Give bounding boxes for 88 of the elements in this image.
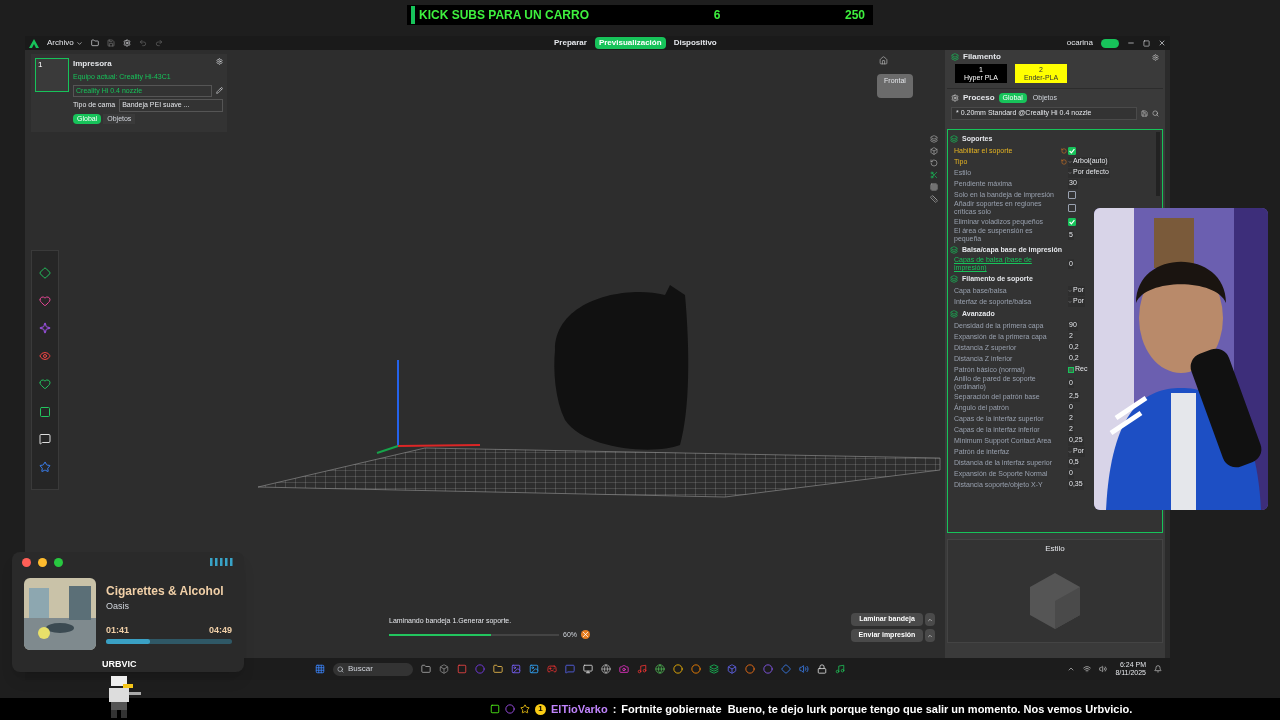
section-icon <box>950 135 958 143</box>
filament-icon <box>951 53 959 61</box>
save-icon[interactable] <box>106 39 115 47</box>
tool-icon[interactable] <box>930 171 938 179</box>
app-icon[interactable] <box>529 664 539 674</box>
app-icon[interactable] <box>709 664 719 674</box>
cube-icon <box>1030 573 1080 629</box>
tray-icon[interactable] <box>1067 665 1076 673</box>
volume-icon[interactable] <box>1099 665 1108 673</box>
notification-icon[interactable] <box>1154 665 1162 673</box>
cancel-icon[interactable] <box>581 630 590 640</box>
viewer-name: URBVIC <box>102 658 137 671</box>
overlay-icon <box>39 461 51 474</box>
song-title: Cigarettes & Alcohol <box>106 583 225 600</box>
section-icon <box>950 246 958 254</box>
panel-title: Proceso <box>963 91 995 104</box>
search-icon[interactable] <box>1152 110 1159 117</box>
plate-thumbnail[interactable]: 1 <box>35 58 69 92</box>
folder-icon[interactable] <box>90 39 99 47</box>
banner-count: 6 <box>713 7 721 24</box>
checkbox[interactable] <box>1068 190 1076 199</box>
view-tab[interactable]: Preparar <box>550 37 591 49</box>
search-field[interactable]: Buscar <box>333 662 413 676</box>
network-icon[interactable] <box>1083 665 1092 673</box>
tool-icon[interactable] <box>930 135 938 143</box>
settings-icon[interactable] <box>1152 53 1159 61</box>
panel-title: Filamento <box>963 51 1001 63</box>
tool-icon[interactable] <box>930 195 938 203</box>
save-icon[interactable] <box>1141 110 1148 117</box>
banner-title: KICK SUBS PARA UN CARRO <box>411 6 589 24</box>
settings-icon[interactable] <box>216 58 223 65</box>
section-icon <box>950 310 958 318</box>
badge-icon <box>505 704 515 714</box>
pattern-swatch <box>1068 366 1074 373</box>
tool-icon[interactable] <box>930 147 938 155</box>
overlay-icon <box>39 294 51 307</box>
search-icon <box>337 665 344 673</box>
platform-icon <box>490 704 500 714</box>
chat-user: ElTioVarko <box>551 701 608 717</box>
minimize-icon[interactable] <box>1127 39 1135 47</box>
panel-title: Impresora <box>73 58 112 70</box>
logo-icon <box>29 38 39 48</box>
song-artist: Oasis <box>106 600 130 613</box>
expand-button[interactable] <box>925 613 935 626</box>
maximize-icon[interactable] <box>1143 39 1150 47</box>
overlay-icon <box>39 350 51 363</box>
section-icon <box>950 275 958 283</box>
chevron-icon <box>75 39 83 47</box>
edit-icon[interactable] <box>216 87 223 95</box>
overlay-icon <box>39 433 51 446</box>
start-icon[interactable] <box>315 664 325 674</box>
chat-separator: : <box>612 701 617 717</box>
expand-button[interactable] <box>925 629 935 642</box>
home-icon[interactable] <box>879 56 888 65</box>
panel-title: Estilo <box>1045 543 1065 555</box>
chat-message: Fortnite gobiernate Bueno, te dejo lurk porque tengo que salir un momento. Nos vemos Urbvicio. <box>621 701 1133 717</box>
tool-icon[interactable] <box>930 159 938 167</box>
checkbox[interactable] <box>1068 146 1076 155</box>
crown-icon <box>520 704 530 714</box>
reset-icon[interactable] <box>1061 158 1067 165</box>
close-icon[interactable] <box>1158 39 1166 47</box>
overlay-icon <box>39 377 51 390</box>
menu-button[interactable]: Archivo <box>47 37 83 49</box>
app-icon[interactable] <box>421 664 431 674</box>
tool-icon[interactable] <box>930 183 938 191</box>
checkbox[interactable] <box>1068 204 1076 212</box>
sub-badge: 1 <box>535 703 546 715</box>
equalizer-icon <box>210 558 234 566</box>
cloud-toggle[interactable] <box>1101 38 1119 48</box>
elapsed-time: 01:41 <box>106 623 130 637</box>
process-icon <box>951 93 959 102</box>
app-icon[interactable] <box>817 664 827 674</box>
overlay-icon <box>39 405 51 418</box>
app-icon[interactable] <box>835 664 845 674</box>
view-tab[interactable]: Dispositivo <box>669 37 721 49</box>
checkbox[interactable] <box>1068 217 1076 226</box>
app-icon[interactable] <box>583 664 593 674</box>
overlay-icon <box>39 322 51 335</box>
settings-icon[interactable] <box>122 39 131 47</box>
chevron-icon <box>927 632 933 639</box>
banner-goal: 250 <box>844 7 865 24</box>
app-icon[interactable] <box>601 664 611 674</box>
user-name: ocarina <box>1066 37 1093 49</box>
overlay-icon <box>39 266 51 279</box>
chevron-icon <box>927 616 933 623</box>
app-icon[interactable] <box>655 664 665 674</box>
app-icon[interactable] <box>493 664 503 674</box>
total-time: 04:49 <box>208 623 232 637</box>
